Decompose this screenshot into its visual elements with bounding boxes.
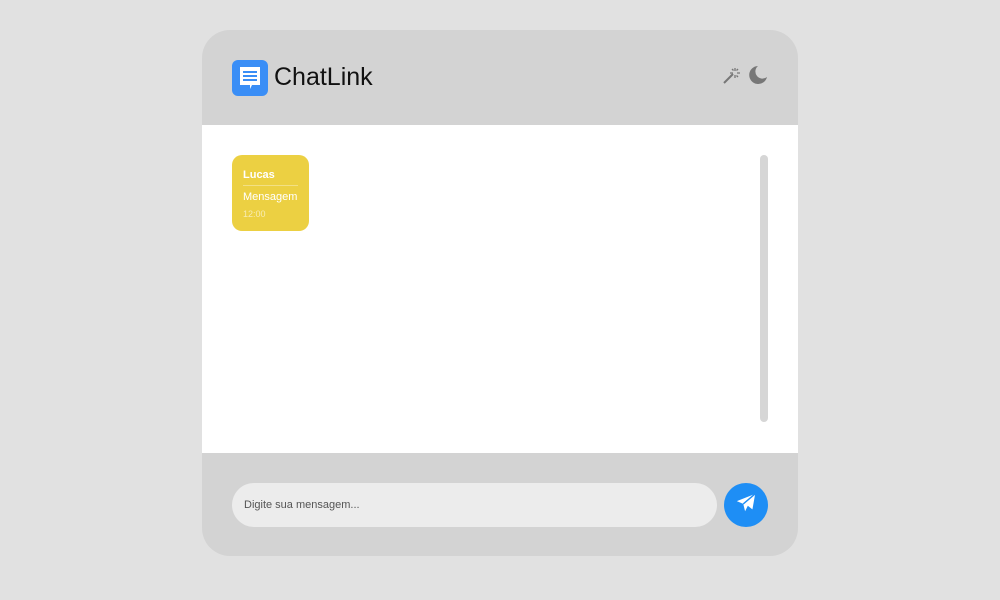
message-time: 12:00 <box>243 209 266 219</box>
app-title: ChatLink <box>274 63 373 91</box>
scrollbar[interactable] <box>760 155 768 422</box>
magic-wand-icon[interactable] <box>722 65 742 90</box>
message-sender: Lucas <box>243 169 298 186</box>
message-list: Lucas Mensagem 12:00 <box>202 125 798 453</box>
chat-window: ChatLink Lucas Mensagem 12:00 <box>202 30 798 556</box>
message-text: Mensagem <box>243 191 298 203</box>
send-icon <box>735 492 757 517</box>
send-button[interactable] <box>724 482 768 527</box>
header: ChatLink <box>202 30 798 125</box>
chat-logo-icon <box>232 59 268 96</box>
moon-icon[interactable] <box>748 65 768 90</box>
composer <box>202 453 798 556</box>
brand: ChatLink <box>232 59 373 96</box>
message-input[interactable] <box>232 482 717 527</box>
message-bubble: Lucas Mensagem 12:00 <box>232 155 309 231</box>
